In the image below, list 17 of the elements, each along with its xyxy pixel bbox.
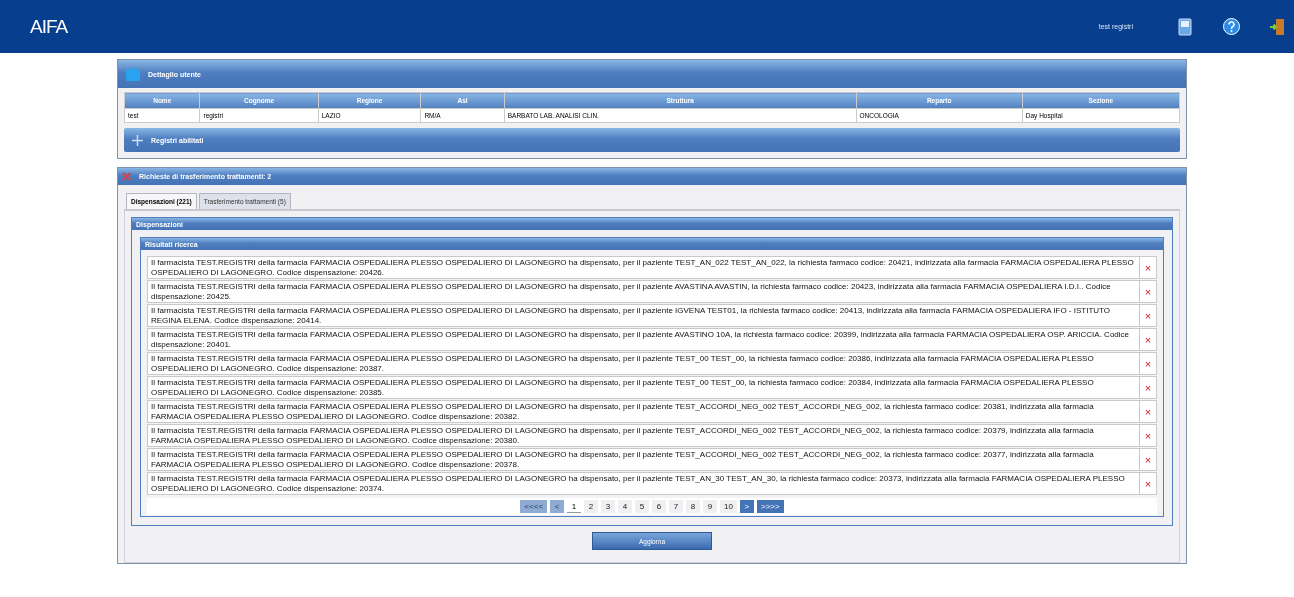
book-icon[interactable] [1177, 17, 1193, 36]
page-button[interactable]: 9 [703, 500, 718, 513]
page-button[interactable]: 2 [584, 500, 599, 513]
help-icon[interactable] [1223, 18, 1240, 35]
page-button[interactable]: 10 [720, 500, 737, 513]
page-button[interactable]: 7 [669, 500, 684, 513]
folder-icon [126, 67, 140, 81]
page-button[interactable]: 8 [686, 500, 701, 513]
cross-icon [122, 172, 131, 181]
page-button[interactable]: >>>> [756, 500, 784, 513]
page-button[interactable]: > [739, 500, 754, 513]
logo: AIFA [30, 15, 68, 38]
page-button[interactable]: 5 [635, 500, 650, 513]
exit-door-icon[interactable] [1270, 17, 1284, 36]
page-button[interactable]: 4 [618, 500, 633, 513]
page-button[interactable]: 3 [601, 500, 616, 513]
page-button[interactable]: 6 [652, 500, 667, 513]
